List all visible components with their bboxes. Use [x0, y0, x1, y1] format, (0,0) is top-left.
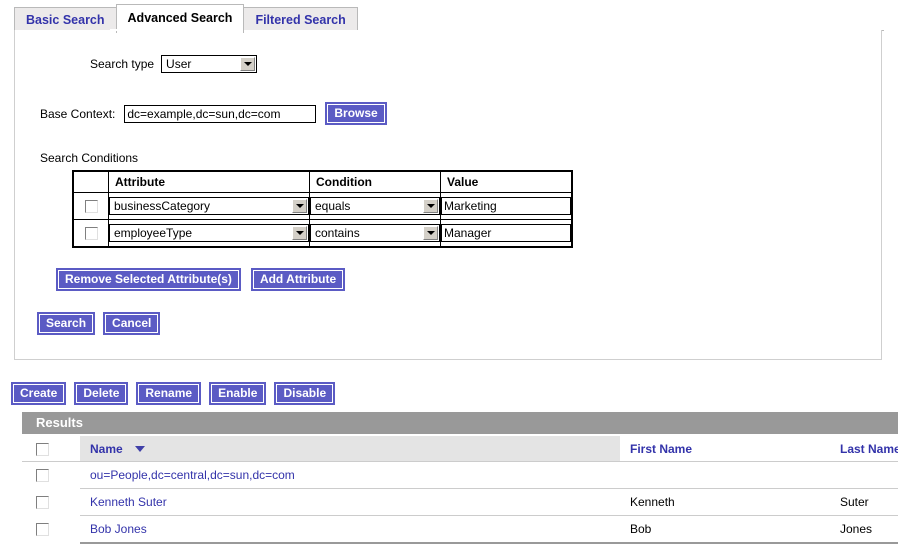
result-last-name-cell: Jones: [830, 515, 898, 544]
create-button[interactable]: Create: [10, 382, 67, 405]
table-row: Kenneth Suter Kenneth Suter: [22, 488, 898, 516]
chevron-down-icon: [292, 226, 307, 240]
results-action-bar: Create Delete Rename Enable Disable: [10, 382, 336, 405]
row-checkbox[interactable]: [36, 523, 49, 537]
col-header-condition: Condition: [309, 170, 441, 193]
search-type-value: User: [166, 57, 192, 71]
add-attribute-button[interactable]: Add Attribute: [250, 268, 346, 291]
attribute-select-2[interactable]: employeeType: [109, 224, 309, 242]
chevron-down-icon: [423, 199, 438, 213]
value-cell: [440, 219, 573, 248]
base-context-label: Base Context:: [40, 106, 116, 121]
search-condition-row: employeeType contains: [72, 219, 573, 248]
result-first-name-cell: [620, 461, 830, 489]
results-col-name-label: Name: [90, 441, 123, 456]
condition-cell: equals: [309, 192, 441, 220]
chevron-down-icon: [423, 226, 438, 240]
disable-button[interactable]: Disable: [274, 382, 336, 405]
search-type-row: Search type User: [90, 55, 258, 73]
row-checkbox[interactable]: [84, 227, 98, 241]
value-input-2[interactable]: [441, 224, 571, 242]
chevron-down-icon: [292, 199, 307, 213]
row-checkbox[interactable]: [84, 200, 98, 214]
search-conditions-header-row: Attribute Condition Value: [72, 170, 573, 193]
search-condition-row: businessCategory equals: [72, 192, 573, 220]
search-type-select[interactable]: User: [161, 55, 258, 73]
col-header-value: Value: [440, 170, 573, 193]
condition-value-2: contains: [315, 226, 360, 240]
row-checkbox[interactable]: [36, 469, 49, 483]
search-conditions-label: Search Conditions: [40, 151, 139, 165]
base-context-input[interactable]: [124, 104, 317, 123]
result-name-link[interactable]: Bob Jones: [90, 522, 147, 536]
results-col-first-name[interactable]: First Name: [620, 436, 830, 462]
attribute-value-2: employeeType: [114, 226, 193, 240]
search-type-label: Search type: [90, 57, 155, 71]
condition-select-2[interactable]: contains: [310, 224, 440, 242]
value-input-1[interactable]: [441, 197, 571, 215]
table-row: Bob Jones Bob Jones: [22, 515, 898, 544]
result-name-link[interactable]: Kenneth Suter: [90, 495, 167, 509]
result-first-name-cell: Bob: [620, 515, 830, 544]
condition-select-1[interactable]: equals: [310, 197, 440, 215]
results-col-name[interactable]: Name: [80, 436, 620, 462]
row-checkbox[interactable]: [36, 496, 49, 510]
result-last-name-cell: Suter: [830, 488, 898, 516]
result-name-cell: Kenneth Suter: [80, 488, 620, 516]
row-select-cell: [72, 192, 109, 220]
attribute-select-1[interactable]: businessCategory: [109, 197, 309, 215]
attribute-cell: businessCategory: [108, 192, 310, 220]
col-header-select: [72, 170, 109, 193]
results-col-last-name[interactable]: Last Name: [830, 436, 898, 462]
condition-value-1: equals: [315, 199, 351, 213]
row-select-cell: [22, 461, 80, 489]
enable-button[interactable]: Enable: [209, 382, 267, 405]
attribute-cell: employeeType: [108, 219, 310, 248]
row-select-cell: [72, 219, 109, 248]
search-tab-bar: Basic Search Advanced Search Filtered Se…: [0, 0, 898, 33]
search-conditions-table: Attribute Condition Value businessCatego…: [72, 170, 573, 248]
sort-descending-icon[interactable]: [134, 446, 145, 453]
browse-button[interactable]: Browse: [325, 102, 387, 125]
results-header-row: Name First Name Last Name: [22, 436, 898, 462]
results-table: Name First Name Last Name ou=People,dc=c…: [22, 436, 898, 544]
result-last-name-cell: [830, 461, 898, 489]
row-select-cell: [22, 488, 80, 516]
result-name-link[interactable]: ou=People,dc=central,dc=sun,dc=com: [90, 468, 295, 482]
cancel-button[interactable]: Cancel: [103, 312, 161, 335]
active-tab-notch: [110, 29, 232, 31]
row-select-cell: [22, 515, 80, 544]
remove-selected-attributes-button[interactable]: Remove Selected Attribute(s): [56, 268, 241, 291]
attribute-value-1: businessCategory: [114, 199, 211, 213]
advanced-search-page: Basic Search Advanced Search Filtered Se…: [0, 0, 898, 548]
table-row: ou=People,dc=central,dc=sun,dc=com: [22, 461, 898, 489]
result-first-name-cell: Kenneth: [620, 488, 830, 516]
condition-cell: contains: [309, 219, 441, 248]
results-title-bar: Results: [22, 412, 898, 434]
chevron-down-icon: [240, 57, 256, 71]
select-all-checkbox[interactable]: [36, 442, 49, 456]
result-name-cell: ou=People,dc=central,dc=sun,dc=com: [80, 461, 620, 489]
base-context-row: Base Context: Browse: [40, 102, 387, 125]
search-button[interactable]: Search: [36, 312, 96, 335]
search-button-row: Search Cancel: [36, 312, 161, 335]
delete-button[interactable]: Delete: [74, 382, 129, 405]
attribute-button-row: Remove Selected Attribute(s) Add Attribu…: [56, 268, 346, 291]
col-header-attribute: Attribute: [108, 170, 310, 193]
rename-button[interactable]: Rename: [136, 382, 202, 405]
value-cell: [440, 192, 573, 220]
results-col-select: [22, 436, 80, 462]
result-name-cell: Bob Jones: [80, 515, 620, 544]
